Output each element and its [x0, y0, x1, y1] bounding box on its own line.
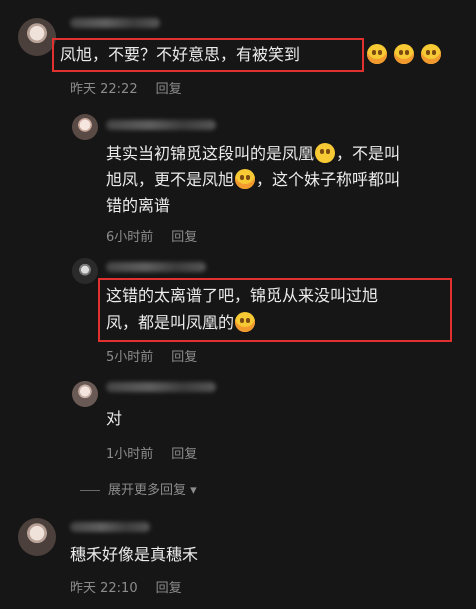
comment-text-content: 对	[106, 409, 123, 428]
comment-text-line: 错的离谱	[106, 196, 171, 215]
reply-button[interactable]: 回复	[156, 82, 182, 97]
comment-text: 穗禾好像是真穗禾	[70, 542, 198, 568]
comment-text-line: 其实当初锦觅这段叫的是凤凰	[106, 144, 315, 163]
comment-text: 旭凤，更不是凤旭 ，这个妹子称呼都叫	[106, 167, 400, 193]
laughing-tears-emoji-icon	[367, 44, 387, 64]
expand-more-replies[interactable]: 展开更多回复 ▾	[80, 479, 197, 498]
timestamp: 昨天 22:22	[70, 82, 138, 97]
timestamp: 昨天 22:10	[70, 581, 138, 596]
comment-text: 其实当初锦觅这段叫的是凤凰 ，不是叫	[106, 141, 400, 167]
comment-text-content: 凤旭，不要？不好意思，有被笑到	[60, 45, 301, 64]
username-blurred[interactable]	[70, 522, 150, 532]
comment-text: 对	[106, 406, 122, 432]
username-blurred[interactable]	[106, 262, 206, 272]
avatar[interactable]	[72, 381, 98, 407]
comment-text-line: 这错的太离谱了吧，锦觅从来没叫过旭	[106, 286, 379, 305]
reply-button[interactable]: 回复	[171, 350, 197, 365]
comment-text-content: 穗禾好像是真穗禾	[70, 545, 199, 564]
timestamp: 5小时前	[106, 350, 154, 365]
expand-more-label: 展开更多回复	[108, 483, 187, 498]
avatar[interactable]	[72, 258, 98, 284]
comment-text-line: 凤，都是叫凤凰的	[106, 313, 235, 332]
rolling-laughing-emoji-icon	[235, 312, 256, 332]
comment-text: 凤，都是叫凤凰的	[106, 310, 256, 336]
comment-meta: 1小时前 回复	[106, 443, 197, 462]
comment-text: 凤旭，不要？不好意思，有被笑到	[60, 42, 300, 68]
comment-text: 这错的太离谱了吧，锦觅从来没叫过旭	[106, 283, 378, 309]
laughing-tears-emoji-icon	[421, 44, 442, 64]
comment-meta: 5小时前 回复	[106, 346, 197, 365]
chevron-down-icon: ▾	[186, 483, 197, 498]
reply-button[interactable]: 回复	[171, 230, 197, 245]
username-blurred[interactable]	[106, 120, 216, 130]
emoji-group	[366, 42, 442, 68]
comment-text-line: 旭凤，更不是凤旭	[106, 170, 235, 189]
avatar[interactable]	[72, 114, 98, 140]
comment-text-line: ，不是叫	[336, 144, 401, 163]
comment-meta: 昨天 22:22 回复	[70, 78, 182, 97]
username-blurred[interactable]	[70, 18, 160, 28]
avatar[interactable]	[18, 518, 56, 556]
username-blurred[interactable]	[106, 382, 216, 392]
divider	[80, 490, 100, 491]
avatar[interactable]	[18, 18, 56, 56]
rolling-laughing-emoji-icon	[235, 169, 256, 189]
comment-text: 错的离谱	[106, 193, 170, 219]
reply-button[interactable]: 回复	[171, 447, 197, 462]
comment-meta: 昨天 22:10 回复	[70, 577, 182, 596]
comment-text-line: ，这个妹子称呼都叫	[256, 170, 401, 189]
comment-meta: 6小时前 回复	[106, 226, 197, 245]
timestamp: 1小时前	[106, 447, 154, 462]
laughing-tears-emoji-icon	[394, 44, 415, 64]
pleading-face-emoji-icon	[315, 143, 336, 163]
reply-button[interactable]: 回复	[156, 581, 182, 596]
timestamp: 6小时前	[106, 230, 154, 245]
